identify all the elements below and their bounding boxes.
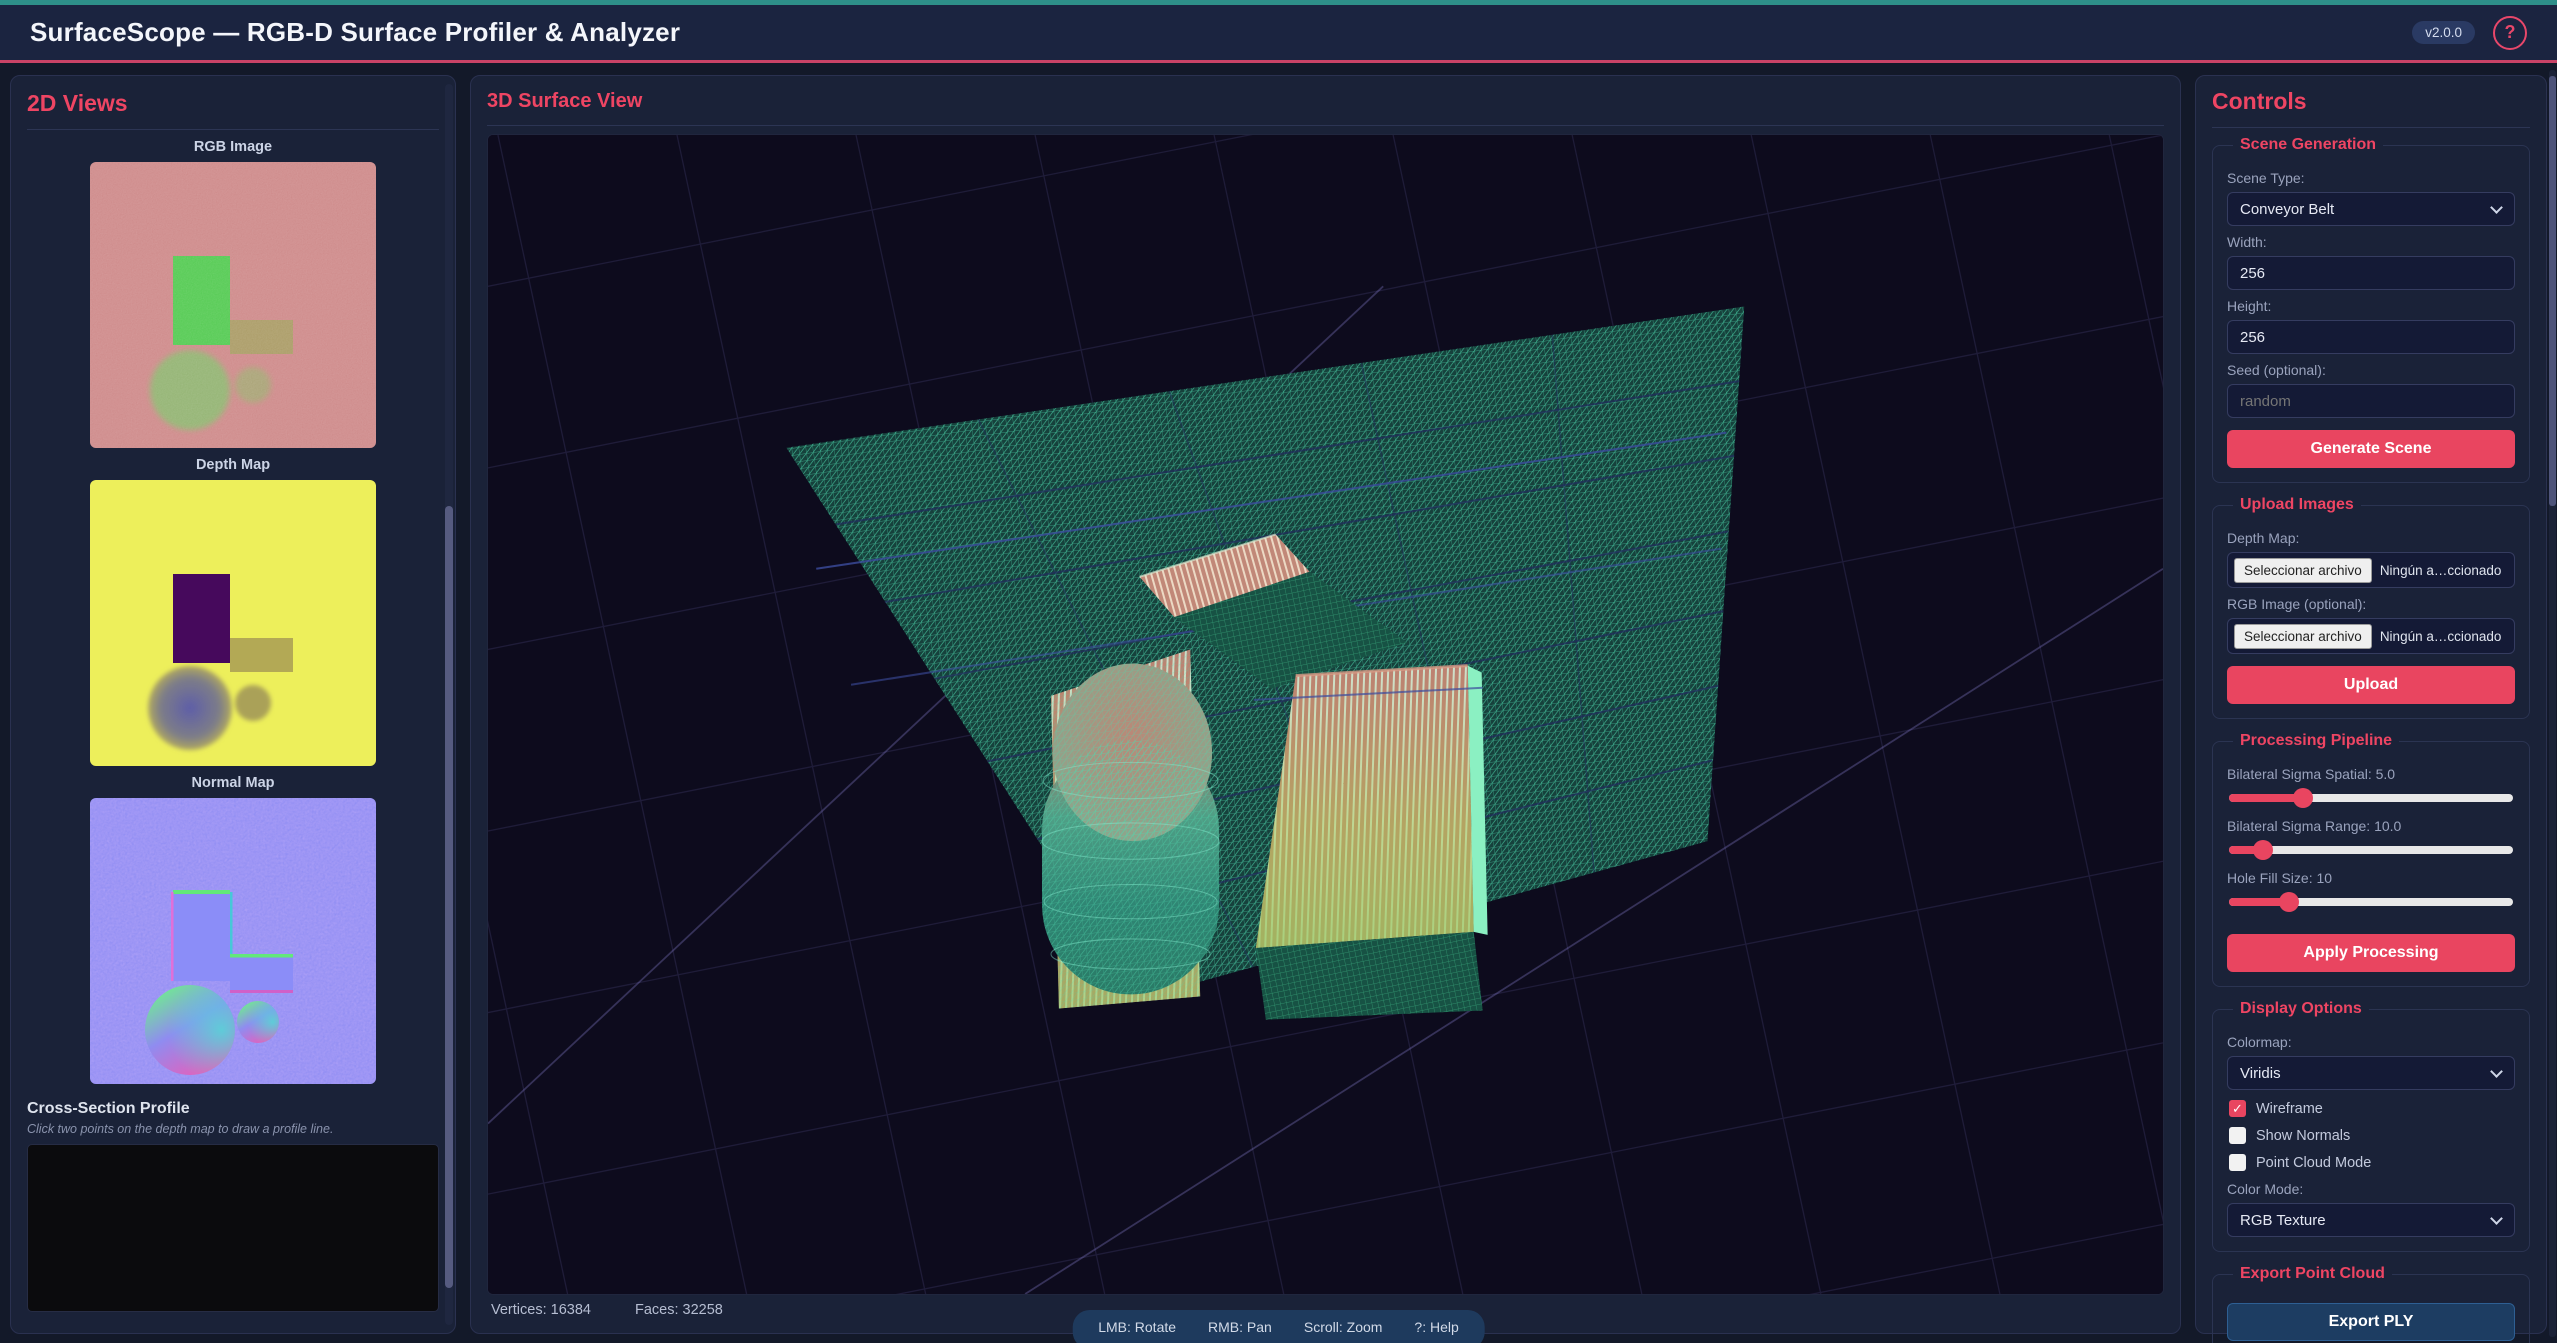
hint-pan: RMB: Pan — [1208, 1319, 1272, 1335]
scene-type-select[interactable]: Conveyor Belt — [2227, 192, 2515, 226]
controls-title: Controls — [2212, 88, 2530, 128]
rgb-image-label: RGB Image — [27, 139, 439, 155]
rgb-file-status: Ningún a…ccionado — [2380, 629, 2502, 644]
rgb-file-input[interactable]: Seleccionar archivo Ningún a…ccionado — [2227, 618, 2515, 654]
depth-file-input[interactable]: Seleccionar archivo Ningún a…ccionado — [2227, 552, 2515, 588]
show-normals-label: Show Normals — [2256, 1128, 2350, 1144]
sigma-spatial-slider-thumb[interactable] — [2293, 788, 2313, 808]
colormap-label: Colormap: — [2227, 1034, 2515, 1050]
normal-map-view[interactable] — [90, 798, 376, 1084]
height-field[interactable] — [2227, 320, 2515, 354]
sigma-range-slider-thumb[interactable] — [2253, 840, 2273, 860]
height-label: Height: — [2227, 298, 2515, 314]
colormap-select[interactable]: Viridis — [2227, 1056, 2515, 1090]
color-mode-label: Color Mode: — [2227, 1181, 2515, 1197]
generate-scene-button[interactable]: Generate Scene — [2227, 430, 2515, 468]
point-cloud-checkbox-row[interactable]: Point Cloud Mode — [2229, 1154, 2513, 1171]
panel-2d-views: 2D Views RGB Image Depth Map — [10, 75, 456, 1334]
sigma-spatial-label: Bilateral Sigma Spatial: 5.0 — [2227, 766, 2515, 782]
hint-help: ?: Help — [1414, 1319, 1458, 1335]
depth-file-button[interactable]: Seleccionar archivo — [2234, 558, 2372, 583]
panel-controls: Controls Scene Generation Scene Type: Co… — [2195, 75, 2547, 1334]
help-icon[interactable]: ? — [2493, 16, 2527, 50]
hole-fill-slider[interactable] — [2229, 898, 2513, 906]
panel-3d-view: 3D Surface View — [470, 75, 2181, 1334]
cross-section-hint: Click two points on the depth map to dra… — [27, 1122, 439, 1136]
sigma-range-slider[interactable] — [2229, 846, 2513, 854]
3d-canvas[interactable] — [487, 134, 2164, 1295]
cross-section-canvas[interactable] — [27, 1144, 439, 1312]
viewport-hints: LMB: Rotate RMB: Pan Scroll: Zoom ?: Hel… — [1072, 1310, 1485, 1343]
point-cloud-checkbox[interactable] — [2229, 1154, 2246, 1171]
3d-view-title: 3D Surface View — [487, 90, 2164, 126]
show-normals-checkbox[interactable] — [2229, 1127, 2246, 1144]
upload-depth-label: Depth Map: — [2227, 530, 2515, 546]
show-normals-checkbox-row[interactable]: Show Normals — [2229, 1127, 2513, 1144]
width-field[interactable] — [2227, 256, 2515, 290]
processing-pipeline-section: Processing Pipeline Bilateral Sigma Spat… — [2212, 732, 2530, 987]
export-ply-button[interactable]: Export PLY — [2227, 1303, 2515, 1341]
export-section: Export Point Cloud Export PLY — [2212, 1265, 2530, 1343]
version-badge: v2.0.0 — [2412, 21, 2475, 44]
upload-rgb-label: RGB Image (optional): — [2227, 596, 2515, 612]
left-panel-scrollbar[interactable] — [445, 84, 453, 1325]
wireframe-checkbox[interactable] — [2229, 1100, 2246, 1117]
upload-images-section: Upload Images Depth Map: Seleccionar arc… — [2212, 496, 2530, 719]
point-cloud-label: Point Cloud Mode — [2256, 1155, 2371, 1171]
left-panel-scrollbar-thumb[interactable] — [445, 506, 453, 1288]
processing-pipeline-legend: Processing Pipeline — [2233, 732, 2399, 750]
scene-generation-section: Scene Generation Scene Type: Conveyor Be… — [2212, 136, 2530, 483]
rgb-file-button[interactable]: Seleccionar archivo — [2234, 624, 2372, 649]
wireframe-checkbox-row[interactable]: Wireframe — [2229, 1100, 2513, 1117]
hint-rotate: LMB: Rotate — [1098, 1319, 1176, 1335]
wireframe-label: Wireframe — [2256, 1101, 2323, 1117]
scene-generation-legend: Scene Generation — [2233, 136, 2383, 154]
color-mode-select[interactable]: RGB Texture — [2227, 1203, 2515, 1237]
width-label: Width: — [2227, 234, 2515, 250]
apply-processing-button[interactable]: Apply Processing — [2227, 934, 2515, 972]
depth-map-label: Depth Map — [27, 457, 439, 473]
vertices-count: Vertices: 16384 — [491, 1302, 591, 1318]
upload-button[interactable]: Upload — [2227, 666, 2515, 704]
app-header: SurfaceScope — RGB-D Surface Profiler & … — [0, 5, 2557, 63]
depth-file-status: Ningún a…ccionado — [2380, 563, 2502, 578]
export-legend: Export Point Cloud — [2233, 1265, 2392, 1283]
sigma-range-label: Bilateral Sigma Range: 10.0 — [2227, 818, 2515, 834]
2d-views-title: 2D Views — [27, 90, 439, 130]
sigma-spatial-slider[interactable] — [2229, 794, 2513, 802]
page-scrollbar[interactable] — [2549, 70, 2556, 1337]
hole-fill-label: Hole Fill Size: 10 — [2227, 870, 2515, 886]
seed-label: Seed (optional): — [2227, 362, 2515, 378]
rgb-image-view[interactable] — [90, 162, 376, 448]
faces-count: Faces: 32258 — [635, 1302, 723, 1318]
upload-images-legend: Upload Images — [2233, 496, 2361, 514]
cross-section-title: Cross-Section Profile — [27, 1100, 439, 1118]
normal-map-label: Normal Map — [27, 775, 439, 791]
app-title: SurfaceScope — RGB-D Surface Profiler & … — [30, 17, 680, 48]
seed-field[interactable] — [2227, 384, 2515, 418]
display-options-section: Display Options Colormap: Viridis Wirefr… — [2212, 1000, 2530, 1252]
display-options-legend: Display Options — [2233, 1000, 2369, 1018]
hole-fill-slider-thumb[interactable] — [2279, 892, 2299, 912]
page-scrollbar-thumb[interactable] — [2549, 76, 2556, 506]
depth-map-view[interactable] — [90, 480, 376, 766]
scene-type-label: Scene Type: — [2227, 170, 2515, 186]
hint-zoom: Scroll: Zoom — [1304, 1319, 1383, 1335]
